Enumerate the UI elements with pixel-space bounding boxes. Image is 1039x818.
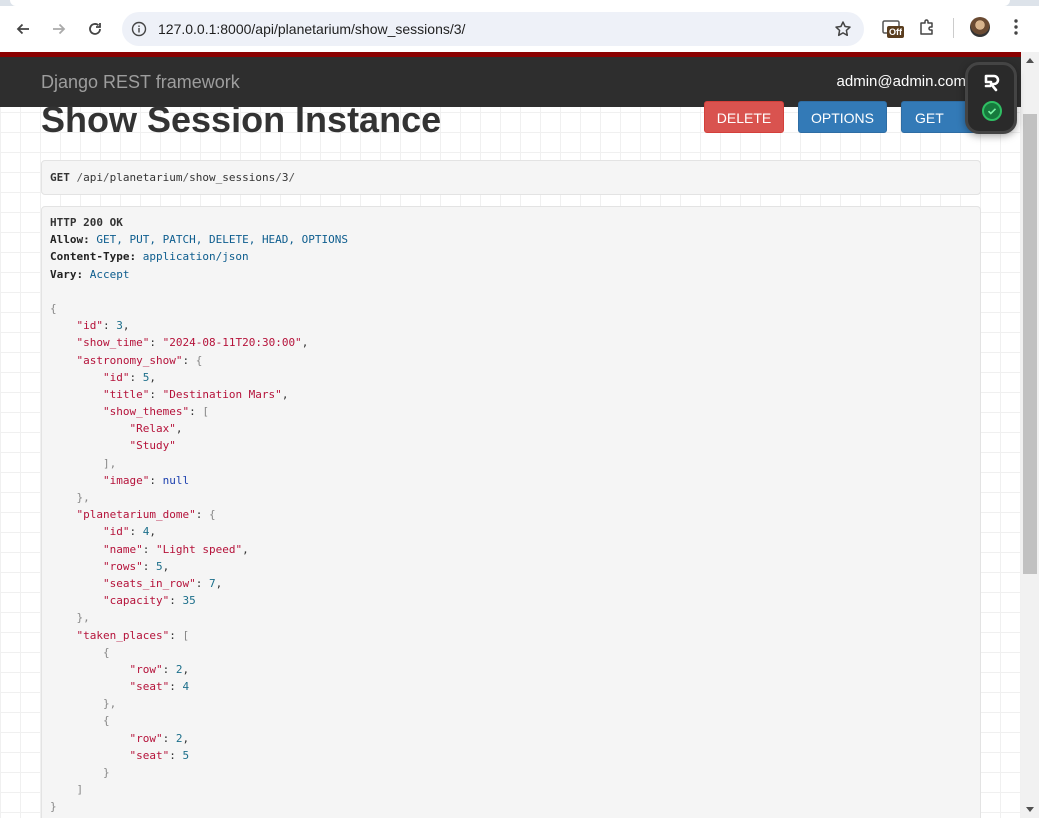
scroll-down-arrow-icon[interactable] xyxy=(1026,807,1034,812)
response-info: HTTP 200 OK Allow: GET, PUT, PATCH, DELE… xyxy=(41,206,981,818)
profile-avatar[interactable] xyxy=(970,17,990,37)
arrow-right-icon xyxy=(53,23,66,35)
response-status: HTTP 200 OK xyxy=(50,216,123,229)
status-check-icon xyxy=(982,101,1002,121)
more-vertical-icon[interactable] xyxy=(1008,18,1024,36)
page-scrollbar[interactable] xyxy=(1021,52,1039,818)
response-header: Vary: Accept xyxy=(50,267,130,281)
address-bar[interactable]: 127.0.0.1:8000/api/planetarium/show_sess… xyxy=(122,12,864,46)
reload-button[interactable] xyxy=(80,14,110,44)
request-info: GET /api/planetarium/show_sessions/3/ xyxy=(41,160,981,195)
extension-logo-icon xyxy=(984,74,1000,92)
extension-floating-widget[interactable] xyxy=(965,62,1017,134)
path-segment[interactable]: show_sessions xyxy=(189,171,275,184)
site-info-icon[interactable] xyxy=(131,21,147,37)
arrow-left-icon xyxy=(16,23,29,35)
get-button-label: GET xyxy=(915,110,944,126)
path-segment[interactable]: planetarium xyxy=(110,171,183,184)
url-text[interactable]: 127.0.0.1:8000/api/planetarium/show_sess… xyxy=(158,12,465,46)
extension-off-badge: Off xyxy=(887,26,904,38)
path-segment[interactable]: api xyxy=(83,171,103,184)
reload-icon xyxy=(89,23,101,35)
options-button[interactable]: OPTIONS xyxy=(798,101,887,133)
page-viewport: Django REST framework admin@admin.com Sh… xyxy=(0,52,1021,818)
forward-button[interactable] xyxy=(44,14,74,44)
bookmark-star-icon[interactable] xyxy=(834,20,852,38)
scroll-up-arrow-icon[interactable] xyxy=(1026,58,1034,63)
browser-toolbar: 127.0.0.1:8000/api/planetarium/show_sess… xyxy=(0,6,1039,52)
back-button[interactable] xyxy=(8,14,38,44)
user-menu[interactable]: admin@admin.com xyxy=(837,57,966,107)
request-method: GET xyxy=(50,171,70,184)
extensions-puzzle-icon[interactable] xyxy=(918,18,936,36)
page-title: Show Session Instance xyxy=(41,99,442,140)
response-header: Content-Type: application/json xyxy=(50,250,249,264)
response-header: Allow: GET, PUT, PATCH, DELETE, HEAD, OP… xyxy=(50,233,349,247)
delete-button[interactable]: DELETE xyxy=(704,101,784,133)
extension-off-button[interactable]: Off xyxy=(882,16,906,40)
toolbar-divider xyxy=(953,18,954,38)
scrollbar-thumb[interactable] xyxy=(1023,114,1037,574)
json-body: { xyxy=(50,301,57,315)
